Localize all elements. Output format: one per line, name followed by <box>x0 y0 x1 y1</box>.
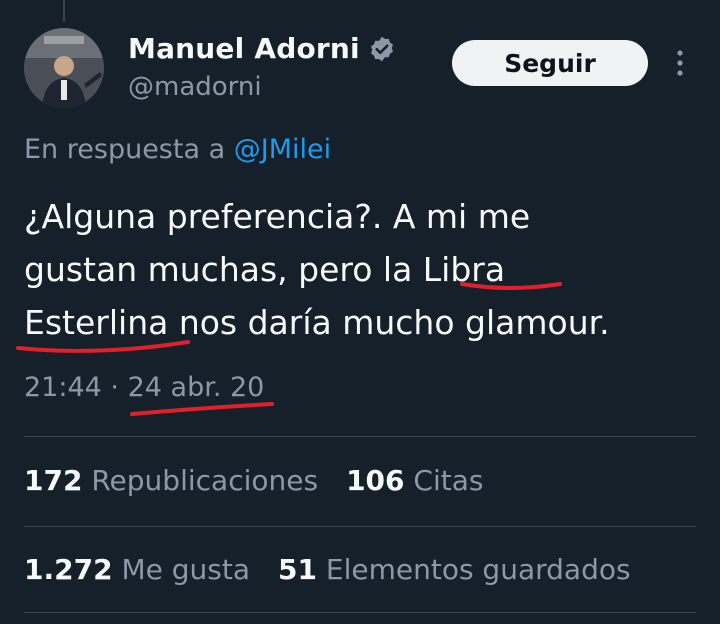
follow-button[interactable]: Seguir <box>452 40 648 86</box>
verified-badge-icon <box>370 36 393 61</box>
bookmarks-stat[interactable]: 51 Elementos guardados <box>278 553 631 586</box>
reposts-stat[interactable]: 172 Republicaciones <box>24 464 318 497</box>
bookmarks-count: 51 <box>278 553 317 586</box>
quotes-label: Citas <box>413 464 484 497</box>
divider <box>24 436 696 437</box>
reply-prefix: En respuesta a <box>24 134 226 165</box>
reply-mention-link[interactable]: @JMilei <box>234 134 331 165</box>
annotation-underline-date <box>130 402 274 416</box>
author-handle[interactable]: @madorni <box>128 72 262 102</box>
author-name-row: Manuel Adorni <box>128 32 396 65</box>
reply-context: En respuesta a @JMilei <box>24 134 331 165</box>
quotes-stat[interactable]: 106 Citas <box>346 464 483 497</box>
reposts-count: 172 <box>24 464 83 497</box>
more-options-icon[interactable] <box>668 46 692 80</box>
divider <box>24 612 696 613</box>
thread-line <box>63 0 65 22</box>
avatar[interactable] <box>24 28 104 108</box>
engagement-stats-row-2: 1.272 Me gusta 51 Elementos guardados <box>24 553 631 586</box>
bookmarks-label: Elementos guardados <box>325 553 631 586</box>
engagement-stats-row-1: 172 Republicaciones 106 Citas <box>24 464 483 497</box>
author-name[interactable]: Manuel Adorni <box>128 32 360 65</box>
tweet-text: ¿Alguna preferencia?. A mi me gustan muc… <box>24 190 684 349</box>
likes-label: Me gusta <box>121 553 251 586</box>
avatar-photo <box>24 28 104 108</box>
reposts-label: Republicaciones <box>91 464 319 497</box>
tweet-text-line: ¿Alguna preferencia?. A mi me <box>24 197 531 236</box>
tweet-timestamp[interactable]: 21:44 · 24 abr. 20 <box>24 372 264 403</box>
tweet-text-line: gustan muchas, pero la Libra <box>24 250 506 289</box>
tweet-date: 24 abr. 20 <box>127 372 265 403</box>
likes-stat[interactable]: 1.272 Me gusta <box>24 553 250 586</box>
quotes-count: 106 <box>346 464 405 497</box>
divider <box>24 526 696 527</box>
tweet-time: 21:44 <box>24 372 102 403</box>
tweet-text-line: Esterlina nos daría mucho glamour. <box>24 303 610 342</box>
meta-separator: · <box>110 372 119 403</box>
likes-count: 1.272 <box>24 553 113 586</box>
